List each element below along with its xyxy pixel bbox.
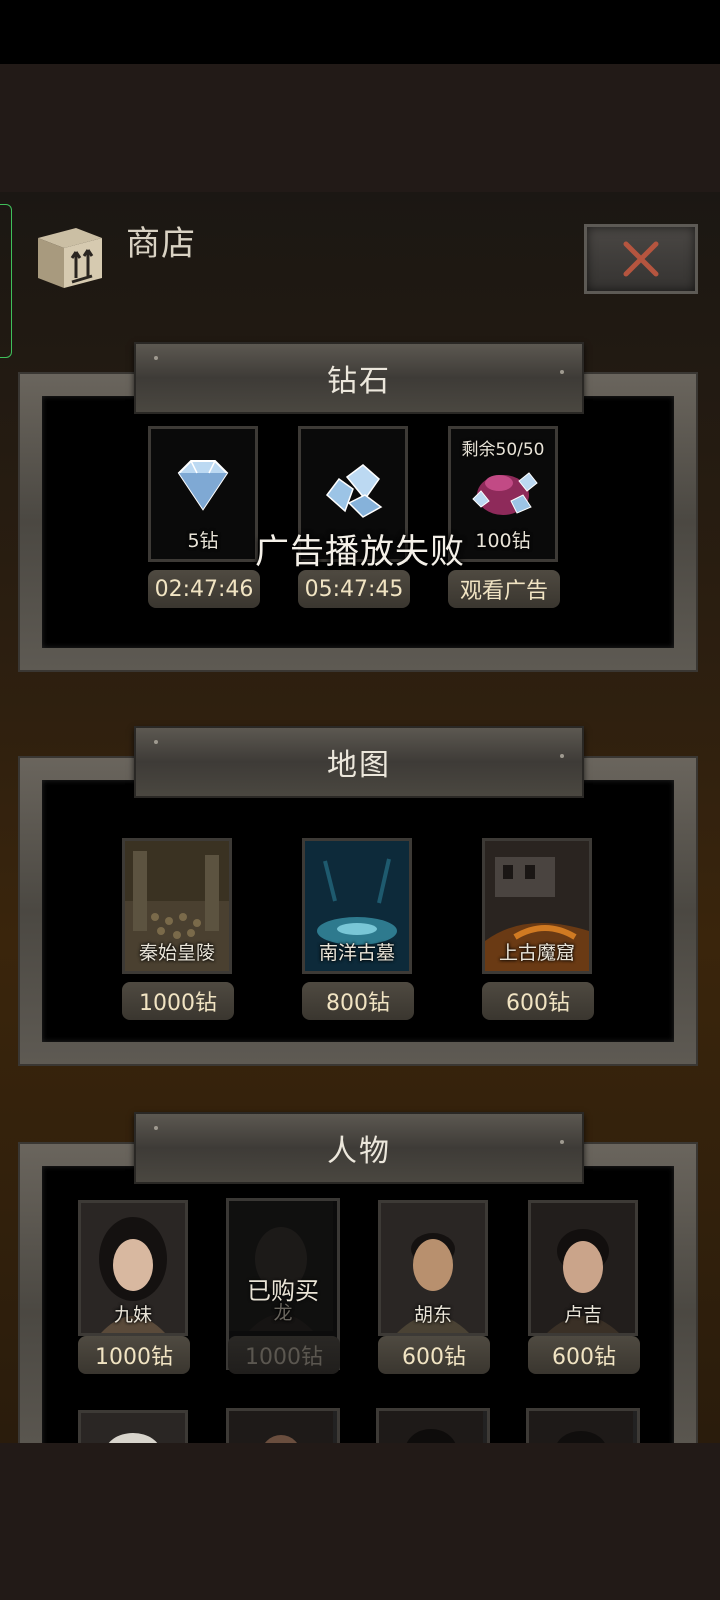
diamond-item-2-timer[interactable]: 05:47:45 (298, 570, 410, 608)
shop-box-icon (38, 228, 102, 288)
character-item-8[interactable] (526, 1408, 640, 1443)
portrait-old-man (81, 1413, 185, 1443)
diamond-item-3-remaining: 剩余50/50 (461, 440, 545, 460)
side-accent (0, 204, 12, 358)
map-item-3-label: 上古魔窟 (498, 942, 575, 964)
map-item-3[interactable]: 上古魔窟 (482, 838, 592, 974)
portrait-young-man (529, 1411, 633, 1443)
map-section-title: 地图 (327, 748, 391, 783)
character-item-1-price[interactable]: 1000钻 (78, 1336, 190, 1374)
top-backdrop (0, 64, 720, 192)
map-section-header: 地图 (134, 726, 584, 798)
bottom-backdrop (0, 1443, 720, 1600)
character-item-4-price[interactable]: 600钻 (528, 1336, 640, 1374)
shop-title: 商店 (126, 224, 196, 264)
character-item-1-label: 九妹 (113, 1304, 152, 1326)
close-button[interactable] (584, 224, 698, 294)
watch-ad-button[interactable]: 观看广告 (448, 570, 560, 608)
character-item-7[interactable] (376, 1408, 490, 1443)
portrait-bald-man (229, 1411, 333, 1443)
character-section-title: 人物 (327, 1134, 391, 1169)
map-item-3-price[interactable]: 600钻 (482, 982, 594, 1020)
map-item-1[interactable]: 秦始皇陵 (122, 838, 232, 974)
character-section-header: 人物 (134, 1112, 584, 1184)
map-item-2[interactable]: 南洋古墓 (302, 838, 412, 974)
character-item-4[interactable]: 卢吉 (528, 1200, 638, 1336)
character-item-1[interactable]: 九妹 (78, 1200, 188, 1336)
character-item-2-price: 1000钻 (228, 1336, 340, 1374)
map-item-1-price[interactable]: 1000钻 (122, 982, 234, 1020)
shop-window: 商店 钻石 5钻 02:47:46 05:47:45 剩余50/50 100钻 … (0, 192, 720, 1443)
map-item-2-label: 南洋古墓 (318, 942, 395, 964)
diamond-section-title: 钻石 (327, 364, 391, 399)
map-item-2-price[interactable]: 800钻 (302, 982, 414, 1020)
status-bar (0, 0, 720, 64)
diamond-section-header: 钻石 (134, 342, 584, 414)
character-item-6[interactable] (226, 1408, 340, 1443)
portrait-woman (379, 1411, 483, 1443)
ad-failed-toast: 广告播放失败 (255, 532, 465, 572)
close-icon (623, 241, 659, 277)
character-item-3-price[interactable]: 600钻 (378, 1336, 490, 1374)
diamond-item-1-timer[interactable]: 02:47:46 (148, 570, 260, 608)
character-item-3[interactable]: 胡东 (378, 1200, 488, 1336)
purchased-badge: 已购买 (247, 1277, 319, 1305)
character-item-4-label: 卢吉 (563, 1304, 602, 1326)
character-item-5[interactable] (78, 1410, 188, 1443)
character-item-3-label: 胡东 (413, 1304, 452, 1326)
map-item-1-label: 秦始皇陵 (138, 942, 215, 964)
